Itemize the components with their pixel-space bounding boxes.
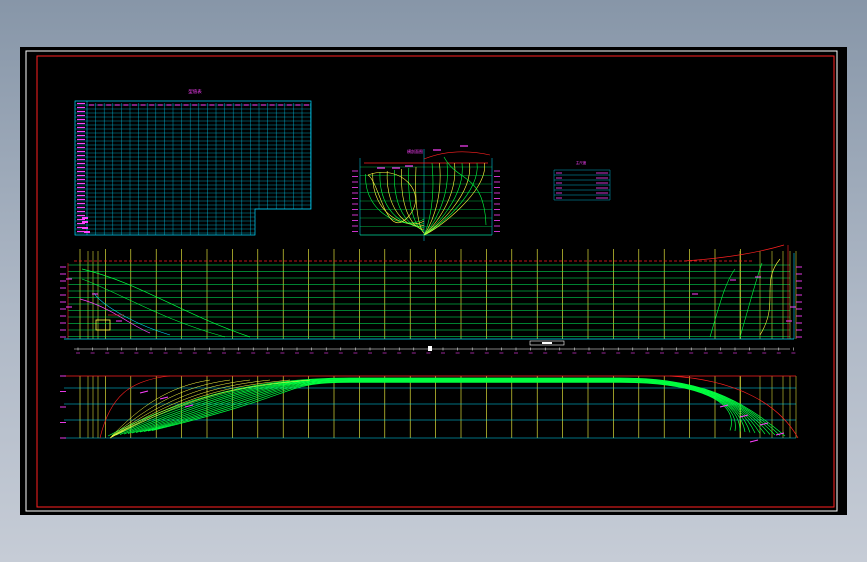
table-highlight-cell [82,227,88,229]
half-breadth-waterline [143,381,741,432]
profile-view [60,244,802,354]
half-breadth-waterline [119,378,771,435]
body-plan-section-forward [423,162,463,236]
body-plan-section-forward [423,162,448,236]
body-plan-section-forward [423,162,434,236]
half-breadth-diagonal [109,379,271,439]
profile-buttock-bow [709,268,736,338]
profile-buttock-bow [739,262,763,338]
half-breadth-annotation-mark [184,404,194,408]
cad-viewport[interactable]: 型值表 横剖面图 主尺度 [20,47,847,515]
midship-marker [428,346,432,351]
offsets-table-title: 型值表 [188,88,202,95]
half-breadth-annotation-mark [159,396,169,400]
body-plan: 横剖面图 [352,145,500,241]
body-plan-title: 横剖面图 [407,148,423,154]
body-plan-section-forward [423,162,470,236]
table-highlight-cell [82,217,88,219]
half-breadth-annotation-mark [139,390,149,394]
principal-dimensions-legend: 主尺度 [553,160,611,201]
table-highlight-cell [82,221,88,223]
half-breadth-diagonal [109,379,231,439]
sheet-outer-border [25,50,838,512]
table-highlight-cell [84,231,90,233]
title-stamp-fill [542,342,552,344]
body-plan-section-aft [379,171,425,226]
body-plan-sheer [423,151,491,160]
profile-sheer-bow [683,244,785,262]
half-breadth-annotation-mark [749,439,759,443]
half-breadth-view [60,375,799,443]
profile-buttock-stern [81,268,251,338]
legend-title: 主尺度 [576,160,587,165]
offsets-table: 型值表 [74,88,312,236]
lines-plan-drawing: 型值表 横剖面图 主尺度 [25,50,838,512]
